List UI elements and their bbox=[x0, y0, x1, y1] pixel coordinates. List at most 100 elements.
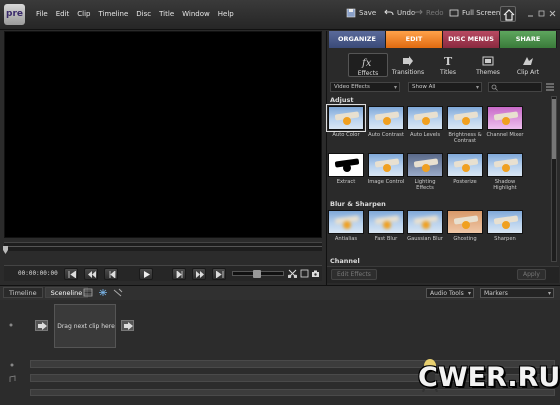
step-back-button[interactable] bbox=[104, 268, 118, 280]
fullscreen-button[interactable]: Full Screen bbox=[449, 8, 500, 18]
effect-image-control[interactable]: Image Control bbox=[367, 153, 405, 185]
time-ruler[interactable] bbox=[4, 242, 322, 251]
transition-slot-left[interactable] bbox=[35, 320, 48, 331]
go-to-start-button[interactable] bbox=[64, 268, 78, 280]
clip-drop-slot[interactable]: Drag next clip here bbox=[54, 304, 116, 348]
transitions-icon bbox=[403, 56, 413, 66]
effect-thumbnail bbox=[447, 106, 483, 130]
svg-text:T: T bbox=[444, 55, 453, 67]
play-button[interactable] bbox=[139, 268, 153, 280]
menu-title[interactable]: Title bbox=[159, 10, 174, 18]
minimize-icon[interactable] bbox=[527, 10, 534, 17]
audio-tools-dropdown[interactable]: Audio Tools bbox=[426, 288, 474, 298]
effect-label: Brightness & Contrast bbox=[448, 132, 482, 144]
zoom-slider[interactable] bbox=[232, 270, 284, 278]
effect-auto-contrast[interactable]: Auto Contrast bbox=[367, 106, 405, 138]
show-filter-select[interactable]: Show All bbox=[408, 82, 482, 92]
effect-thumbnail bbox=[328, 210, 364, 234]
effect-ghosting[interactable]: Ghosting bbox=[446, 210, 484, 242]
smart-fix-icon[interactable] bbox=[98, 288, 108, 297]
rewind-icon bbox=[88, 271, 96, 278]
section-channel: Channel bbox=[330, 257, 360, 265]
effect-label: Shadow Highlight bbox=[493, 179, 517, 191]
maximize-icon[interactable] bbox=[538, 10, 545, 17]
redo-icon bbox=[413, 9, 423, 16]
arrow-right-icon bbox=[124, 322, 133, 330]
tab-timeline[interactable]: Timeline bbox=[3, 287, 43, 298]
search-input[interactable] bbox=[488, 82, 542, 92]
menu-file[interactable]: File bbox=[36, 10, 48, 18]
menu-bar: File Edit Clip Timeline Disc Title Windo… bbox=[36, 10, 234, 18]
section-blur-sharpen: Blur & Sharpen bbox=[330, 200, 386, 208]
step-forward-button[interactable] bbox=[172, 268, 186, 280]
close-icon[interactable] bbox=[549, 10, 556, 17]
transitions-label: Transitions bbox=[391, 69, 425, 76]
fullscreen-preview-icon[interactable] bbox=[300, 269, 309, 278]
zoom-slider-knob[interactable] bbox=[253, 270, 261, 278]
edit-effects-button[interactable]: Edit Effects bbox=[331, 269, 377, 280]
menu-help[interactable]: Help bbox=[218, 10, 234, 18]
playhead-icon[interactable] bbox=[3, 246, 8, 254]
video-preview[interactable] bbox=[4, 31, 322, 238]
transition-slot-right[interactable] bbox=[121, 320, 134, 331]
effect-brightness-contrast[interactable]: Brightness & Contrast bbox=[446, 106, 484, 144]
scissors-icon[interactable] bbox=[288, 269, 297, 278]
menu-window[interactable]: Window bbox=[182, 10, 210, 18]
narration-icon[interactable] bbox=[113, 288, 123, 297]
effect-lighting-effects[interactable]: Lighting Effects bbox=[406, 153, 444, 191]
menu-edit[interactable]: Edit bbox=[56, 10, 70, 18]
apply-button[interactable]: Apply bbox=[517, 269, 546, 280]
markers-dropdown[interactable]: Markers bbox=[480, 288, 554, 298]
undo-icon bbox=[384, 9, 394, 16]
effect-label: Auto Levels bbox=[409, 132, 441, 138]
tab-edit[interactable]: EDIT bbox=[386, 31, 443, 48]
rewind-button[interactable] bbox=[84, 268, 98, 280]
effect-category-select[interactable]: Video Effects bbox=[330, 82, 400, 92]
music-track-icon bbox=[9, 375, 16, 382]
effect-label: Extract bbox=[336, 179, 356, 185]
menu-timeline[interactable]: Timeline bbox=[99, 10, 129, 18]
titles-button[interactable]: T Titles bbox=[428, 53, 468, 77]
undo-button[interactable]: Undo bbox=[384, 8, 415, 18]
effects-footer: Edit Effects Apply bbox=[327, 266, 559, 283]
effect-thumbnail bbox=[487, 153, 523, 177]
effect-auto-color[interactable]: Auto Color bbox=[326, 104, 366, 138]
camera-icon[interactable] bbox=[311, 269, 320, 278]
menu-disc[interactable]: Disc bbox=[136, 10, 151, 18]
effects-button[interactable]: fx Effects bbox=[348, 53, 388, 77]
effect-fast-blur[interactable]: Fast Blur bbox=[367, 210, 405, 242]
effect-shadow-highlight[interactable]: Shadow Highlight bbox=[486, 153, 524, 191]
effect-antialias[interactable]: Antialias bbox=[327, 210, 365, 242]
scrollbar-thumb[interactable] bbox=[552, 99, 556, 159]
effects-icon: fx bbox=[361, 58, 372, 68]
clip-art-label: Clip Art bbox=[516, 69, 540, 76]
effect-gaussian-blur[interactable]: Gaussian Blur bbox=[406, 210, 444, 242]
effect-posterize[interactable]: Posterize bbox=[446, 153, 484, 185]
effect-extract[interactable]: Extract bbox=[327, 153, 365, 185]
redo-button[interactable]: Redo bbox=[413, 8, 444, 18]
effect-channel-mixer[interactable]: Channel Mixer bbox=[486, 106, 524, 138]
menu-clip[interactable]: Clip bbox=[77, 10, 90, 18]
save-button[interactable]: Save bbox=[346, 8, 376, 18]
effects-scrollbar[interactable] bbox=[551, 96, 557, 262]
home-button[interactable] bbox=[500, 6, 516, 22]
effect-label: Lighting Effects bbox=[414, 179, 436, 191]
timecode-display[interactable]: 00:00:00:00 bbox=[18, 270, 58, 277]
film-icon[interactable] bbox=[83, 288, 93, 297]
fullscreen-label: Full Screen bbox=[462, 9, 501, 17]
go-to-end-button[interactable] bbox=[212, 268, 226, 280]
tab-share[interactable]: SHARE bbox=[500, 31, 557, 48]
list-view-icon[interactable] bbox=[546, 83, 554, 91]
fast-forward-button[interactable] bbox=[192, 268, 206, 280]
tab-sceneline[interactable]: Sceneline bbox=[44, 287, 89, 298]
effect-auto-levels[interactable]: Auto Levels bbox=[406, 106, 444, 138]
clip-art-button[interactable]: Clip Art bbox=[508, 53, 548, 77]
tab-disc-menus[interactable]: DISC MENUS bbox=[443, 31, 500, 48]
play-icon bbox=[144, 271, 150, 278]
themes-button[interactable]: Themes bbox=[468, 53, 508, 77]
watermark-text: CWER.RU bbox=[418, 362, 560, 393]
effect-label: Ghosting bbox=[453, 236, 477, 242]
transitions-button[interactable]: Transitions bbox=[388, 53, 428, 77]
effect-sharpen[interactable]: Sharpen bbox=[486, 210, 524, 242]
tab-organize[interactable]: ORGANIZE bbox=[329, 31, 386, 48]
